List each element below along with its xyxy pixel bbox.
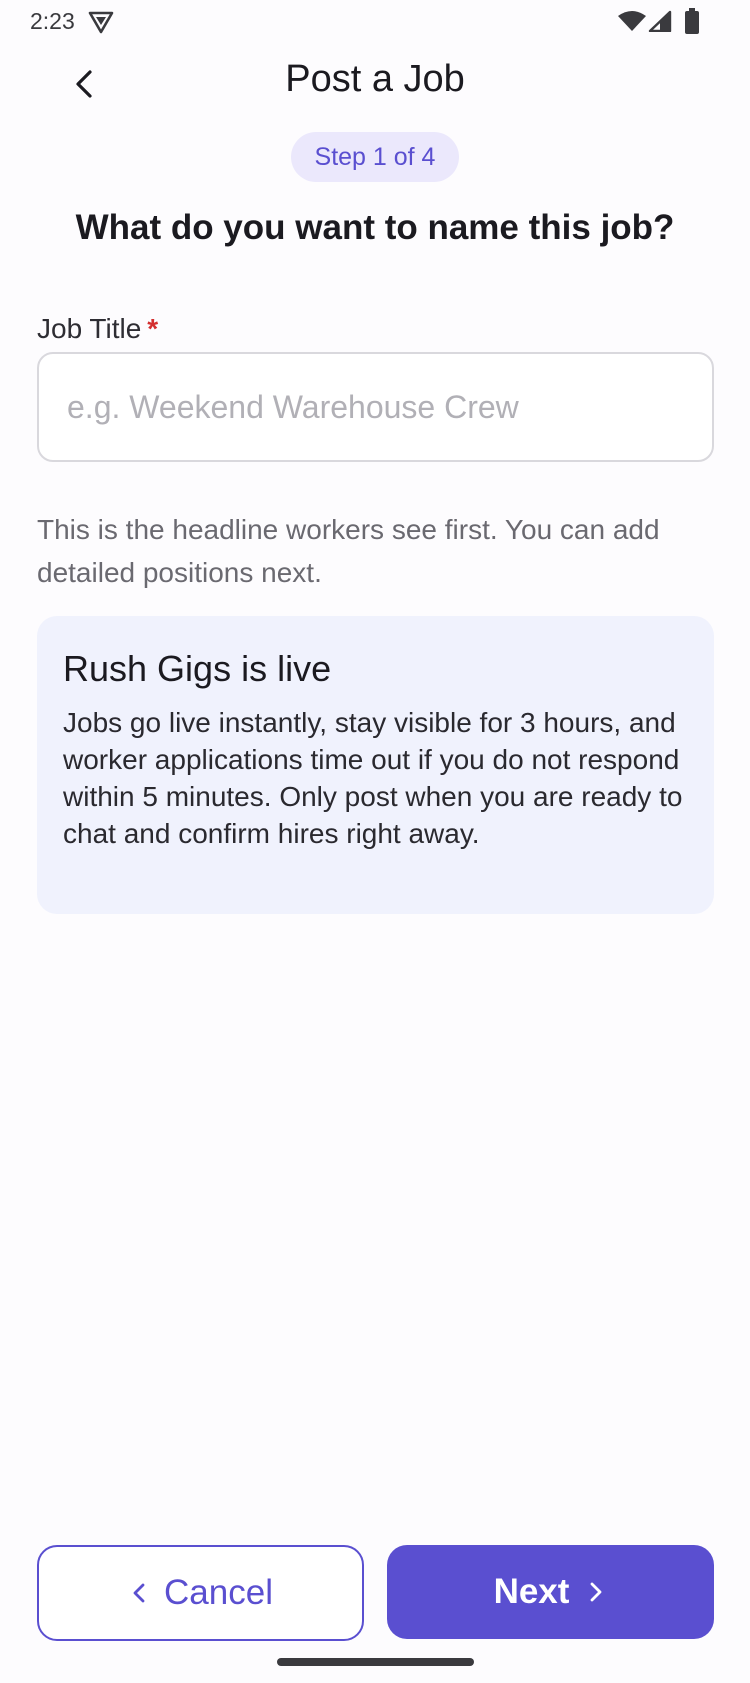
job-title-label-text: Job Title: [37, 313, 142, 344]
required-indicator: *: [147, 313, 159, 344]
next-button-label: Next: [493, 1572, 570, 1611]
info-card-body: Jobs go live instantly, stay visible for…: [63, 707, 683, 849]
status-time: 2:23: [30, 8, 75, 34]
job-title-label: Job Title *: [37, 313, 158, 345]
chevron-right-icon: [585, 1581, 607, 1603]
app-notification-icon: [88, 11, 114, 34]
info-card: Rush Gigs is live Jobs go live instantly…: [37, 616, 714, 914]
wifi-icon: [618, 11, 646, 31]
cancel-button-label: Cancel: [164, 1573, 273, 1612]
cancel-button[interactable]: Cancel: [37, 1545, 364, 1641]
status-bar: 2:23: [0, 0, 750, 44]
battery-icon: [685, 8, 699, 34]
home-indicator[interactable]: [277, 1658, 474, 1666]
signal-icon: [648, 10, 672, 32]
info-card-title: Rush Gigs is live: [63, 648, 332, 689]
chevron-left-icon: [128, 1582, 150, 1604]
page-title: Post a Job: [285, 58, 465, 100]
job-title-input[interactable]: [37, 352, 714, 462]
helper-text: This is the headline workers see first. …: [37, 514, 660, 588]
question-heading: What do you want to name this job?: [75, 208, 675, 247]
post-job-screen: 2:23 Post a Job Step 1 of 4 What do you …: [0, 0, 750, 1683]
step-badge: Step 1 of 4: [291, 132, 459, 182]
next-button[interactable]: Next: [387, 1545, 714, 1639]
